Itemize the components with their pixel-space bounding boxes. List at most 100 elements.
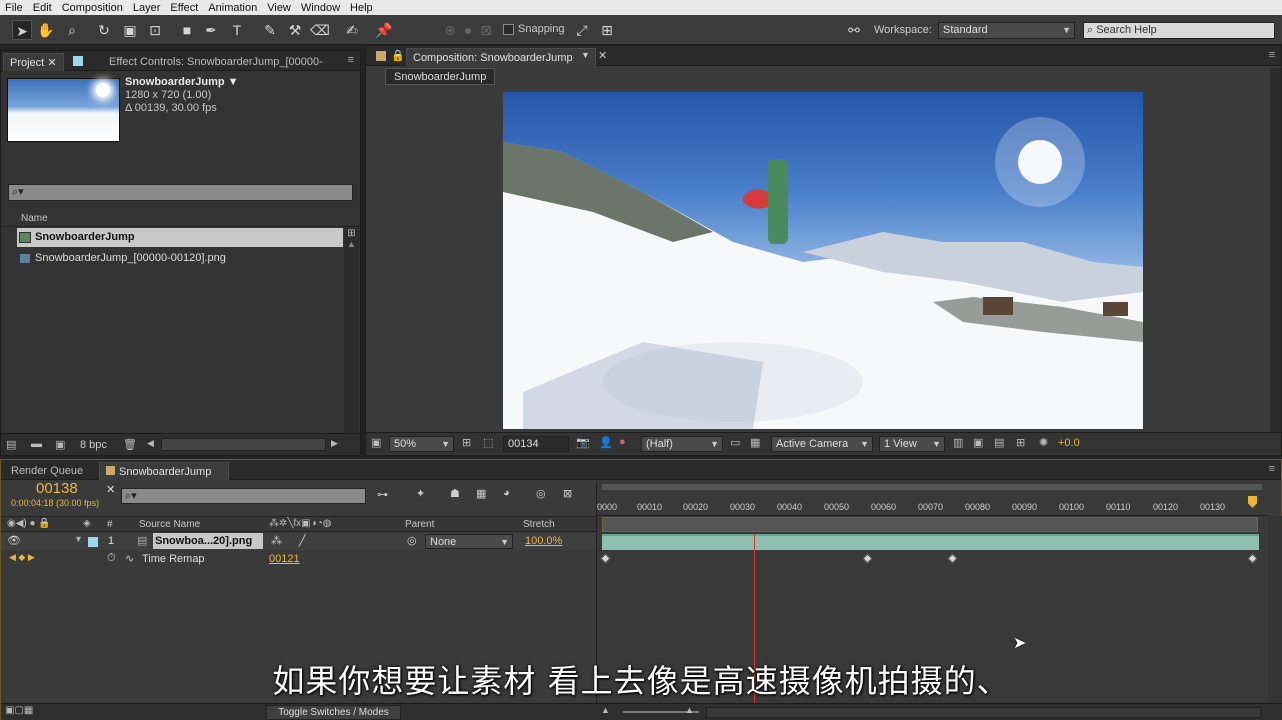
- toggle-switches-modes-button[interactable]: Toggle Switches / Modes: [266, 705, 401, 720]
- pen-tool-icon[interactable]: ✒: [201, 20, 221, 40]
- panel-menu-icon[interactable]: ≡: [348, 54, 354, 66]
- close-icon[interactable]: ✕: [106, 484, 115, 496]
- new-folder-icon[interactable]: ▬: [31, 438, 42, 450]
- current-time-field[interactable]: 00134: [503, 436, 569, 452]
- zoom-tool-icon[interactable]: ⌕: [62, 20, 82, 40]
- show-snapshot-icon[interactable]: 👤: [599, 436, 613, 449]
- new-composition-icon[interactable]: ▣: [55, 438, 65, 451]
- zoom-out-icon[interactable]: ▲: [601, 705, 610, 715]
- playhead-marker[interactable]: [1248, 496, 1257, 508]
- shy-icon[interactable]: ☗: [450, 487, 460, 500]
- scroll-up-icon[interactable]: ▲: [344, 239, 359, 249]
- tab-timeline-comp[interactable]: SnowboarderJump ✕: [99, 462, 229, 496]
- search-help-input[interactable]: ⌕ Search Help: [1083, 22, 1275, 39]
- brainstorm-icon[interactable]: ◎: [536, 487, 546, 500]
- clone-stamp-tool-icon[interactable]: ⚒: [285, 20, 305, 40]
- trash-icon[interactable]: 🗑: [123, 438, 137, 451]
- view-layout-dropdown[interactable]: 1 View ▼: [879, 436, 945, 452]
- scroll-right-icon[interactable]: ▶: [331, 438, 338, 449]
- column-parent[interactable]: Parent: [405, 519, 434, 530]
- project-search-input[interactable]: ⌕▾: [8, 184, 353, 201]
- panel-menu-icon[interactable]: ≡: [1269, 463, 1275, 475]
- expand-panes-icon[interactable]: ▣▢▦: [5, 705, 33, 716]
- timeline-search-input[interactable]: ⌕▾: [121, 488, 366, 504]
- quality-icon[interactable]: ╱: [299, 534, 306, 547]
- camera-tool-icon[interactable]: ▣: [120, 20, 140, 40]
- keyframe[interactable]: [947, 553, 958, 564]
- snap-edges-icon[interactable]: ⤢: [572, 20, 592, 40]
- always-preview-icon[interactable]: ▣: [371, 436, 381, 449]
- column-name[interactable]: Name: [21, 213, 48, 224]
- menu-layer[interactable]: Layer: [128, 2, 166, 14]
- menu-file[interactable]: File: [0, 2, 28, 14]
- layer-name[interactable]: Snowboa...20].png: [153, 533, 263, 549]
- composition-viewer[interactable]: [503, 92, 1143, 429]
- transparency-grid-icon[interactable]: ▦: [750, 436, 760, 449]
- hand-tool-icon[interactable]: ✋: [36, 20, 56, 40]
- layer-duration-bar[interactable]: [602, 534, 1259, 550]
- fast-draft-icon[interactable]: ▣: [973, 436, 983, 449]
- puppet-pin-tool-icon[interactable]: 📌: [374, 20, 394, 40]
- flowchart-icon[interactable]: ⊞: [344, 228, 359, 239]
- choose-grid-icon[interactable]: ⊞: [462, 436, 471, 449]
- exposure-value[interactable]: +0.0: [1058, 437, 1080, 449]
- region-of-interest-icon[interactable]: ⬚: [483, 436, 493, 449]
- panel-menu-icon[interactable]: ≡: [1269, 49, 1275, 61]
- project-item-title[interactable]: SnowboarderJump ▼: [125, 76, 239, 88]
- stretch-value[interactable]: 100.0%: [525, 535, 562, 547]
- rotation-tool-icon[interactable]: ↻: [94, 20, 114, 40]
- roto-brush-tool-icon[interactable]: ✍: [342, 20, 362, 40]
- menu-animation[interactable]: Animation: [203, 2, 262, 14]
- menu-help[interactable]: Help: [345, 2, 378, 14]
- menu-edit[interactable]: Edit: [28, 2, 57, 14]
- workspace-dropdown[interactable]: Standard ▼: [938, 22, 1075, 39]
- selection-tool-icon[interactable]: ➤: [12, 20, 32, 40]
- fast-previews-icon[interactable]: ▭: [730, 436, 740, 449]
- keyframe-navigator-icon[interactable]: ◀ ◆ ▶: [9, 552, 35, 563]
- keyframe[interactable]: [862, 553, 873, 564]
- snap-features-icon[interactable]: ⊞: [597, 20, 617, 40]
- motion-blur-icon[interactable]: ◕: [503, 487, 510, 499]
- composition-breadcrumb[interactable]: SnowboarderJump: [385, 68, 496, 85]
- tab-project[interactable]: Project ✕: [3, 53, 64, 71]
- toggle-pixel-aspect-icon[interactable]: ▥: [953, 436, 963, 449]
- graph-icon[interactable]: ∿: [125, 552, 134, 565]
- snapshot-icon[interactable]: 📷: [576, 436, 590, 449]
- zoom-in-icon[interactable]: ▲: [685, 705, 694, 715]
- draft-3d-icon[interactable]: ✦: [416, 487, 425, 500]
- project-item-footage[interactable]: SnowboarderJump_[00000-00120].png: [17, 249, 343, 267]
- menu-effect[interactable]: Effect: [165, 2, 203, 14]
- layer-row[interactable]: 👁 ▼ 1 ▤ Snowboa...20].png ⁂ ╱ ◎ None ▼ 10…: [1, 533, 596, 550]
- eye-icon[interactable]: 👁: [7, 534, 21, 547]
- horizontal-scrollbar[interactable]: [161, 438, 326, 451]
- time-ruler[interactable]: 0000 00010 00020 00030 00040 00050 00060…: [597, 492, 1269, 516]
- interpret-footage-icon[interactable]: ▤: [6, 438, 16, 451]
- text-tool-icon[interactable]: T: [227, 20, 247, 40]
- timeline-icon[interactable]: ▤: [994, 436, 1004, 449]
- collapse-transform-icon[interactable]: ⁂: [271, 534, 282, 547]
- frame-blending-icon[interactable]: ▦: [476, 487, 486, 500]
- layer-label-color[interactable]: [88, 537, 98, 547]
- flowchart-icon[interactable]: ⊞: [1016, 436, 1025, 449]
- column-source-name[interactable]: Source Name: [139, 519, 200, 530]
- camera-dropdown[interactable]: Active Camera ▼: [771, 436, 873, 452]
- close-icon[interactable]: ✕: [598, 49, 607, 62]
- column-stretch[interactable]: Stretch: [523, 519, 555, 530]
- reset-exposure-icon[interactable]: ✺: [1039, 436, 1048, 449]
- tab-effect-controls[interactable]: Effect Controls: SnowboarderJump_[00000-: [103, 53, 329, 71]
- comp-mini-flowchart-icon[interactable]: ⊶: [377, 488, 388, 501]
- lock-icon[interactable]: 🔒: [391, 49, 405, 62]
- channel-icon[interactable]: ●: [619, 436, 626, 448]
- snapping-checkbox[interactable]: [503, 24, 514, 35]
- comp-duration-bar[interactable]: [602, 517, 1258, 532]
- menu-composition[interactable]: Composition: [57, 2, 128, 14]
- project-scrollbar[interactable]: ⊞ ▲: [344, 228, 359, 433]
- comp-scrollbar[interactable]: [1270, 68, 1281, 433]
- tab-composition[interactable]: Composition: SnowboarderJump: [406, 48, 596, 66]
- scroll-left-icon[interactable]: ◀: [147, 438, 154, 449]
- tab-render-queue[interactable]: Render Queue: [5, 462, 89, 480]
- keyframe[interactable]: [600, 553, 611, 564]
- close-icon[interactable]: ✕: [47, 57, 56, 69]
- graph-editor-icon[interactable]: ⊠: [563, 487, 572, 500]
- menu-window[interactable]: Window: [296, 2, 345, 14]
